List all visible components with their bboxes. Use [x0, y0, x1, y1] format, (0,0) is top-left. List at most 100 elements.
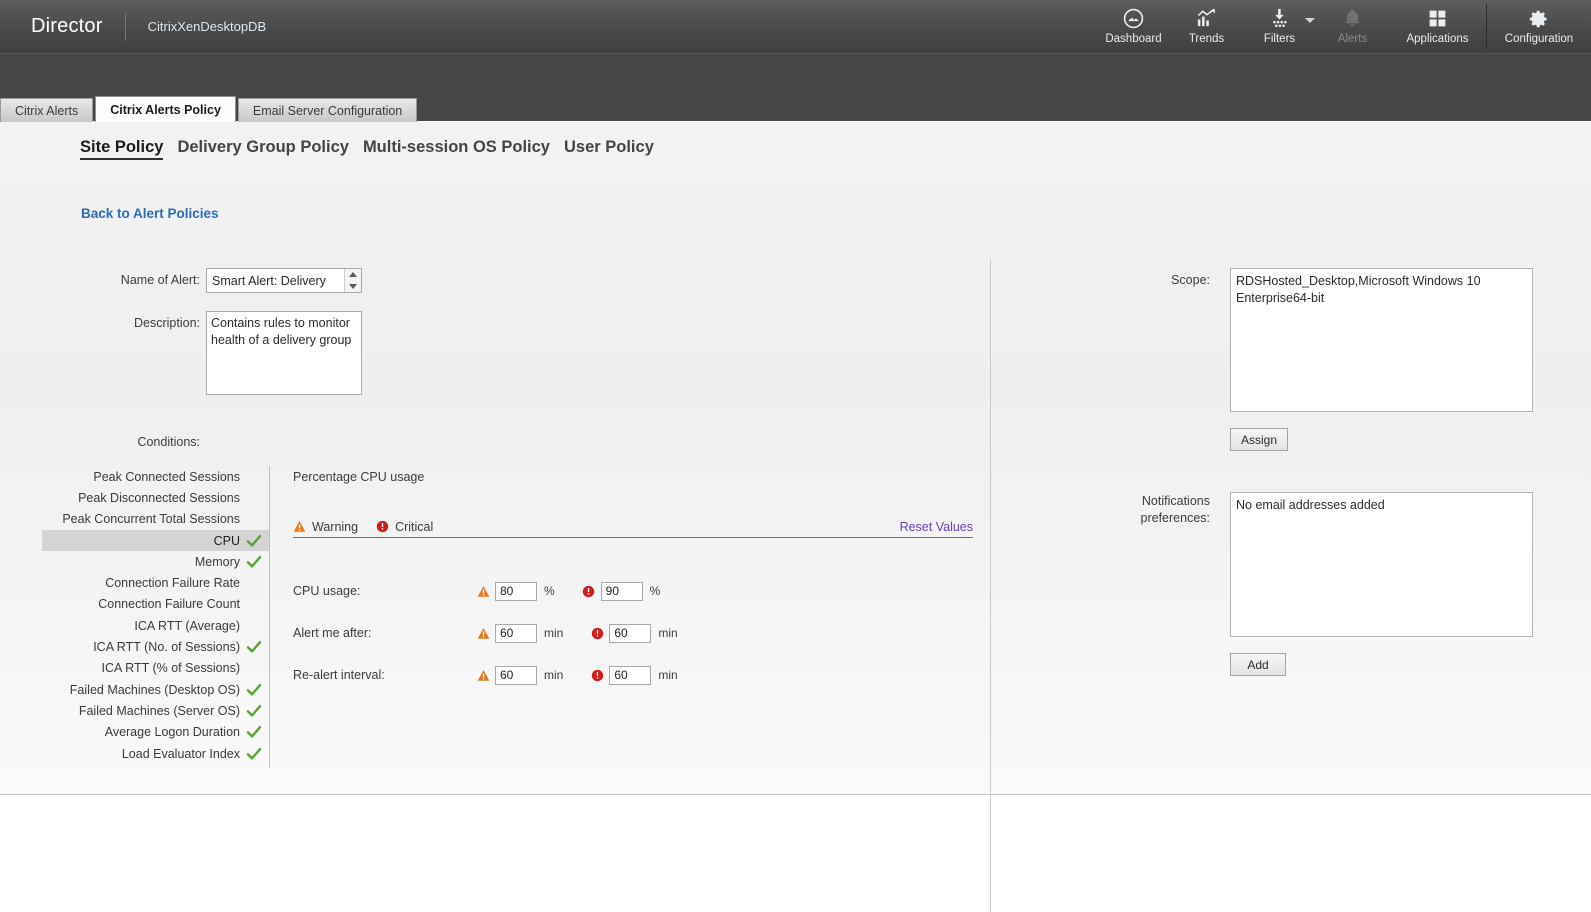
checkmark-icon: [245, 533, 263, 549]
nav-item-trends[interactable]: Trends: [1170, 0, 1243, 53]
name-of-alert-spinner[interactable]: Smart Alert: Delivery: [206, 268, 362, 293]
warning-triangle-icon: [475, 585, 491, 598]
legend-warning-label: Warning: [312, 520, 358, 534]
condition-row[interactable]: Average Logon Duration: [42, 722, 269, 743]
condition-label: Peak Connected Sessions: [93, 470, 240, 484]
condition-label: Connection Failure Count: [98, 597, 240, 611]
rule-section-title: Percentage CPU usage: [293, 470, 424, 484]
condition-row[interactable]: Memory: [42, 551, 269, 572]
description-textarea[interactable]: Contains rules to monitor health of a de…: [206, 311, 362, 395]
policy-tab-site-policy[interactable]: Site Policy: [80, 138, 163, 160]
condition-row[interactable]: ICA RTT (No. of Sessions): [42, 636, 269, 657]
condition-label: Peak Concurrent Total Sessions: [62, 512, 240, 526]
critical-threshold-input[interactable]: 60: [609, 624, 651, 643]
grid-squares-icon: [1427, 7, 1448, 30]
condition-row[interactable]: Failed Machines (Desktop OS): [42, 679, 269, 700]
back-to-alert-policies-link[interactable]: Back to Alert Policies: [81, 206, 219, 221]
checkmark-icon: [245, 639, 263, 655]
condition-row[interactable]: ICA RTT (% of Sessions): [42, 658, 269, 679]
tab-label: Citrix Alerts Policy: [110, 103, 221, 117]
spinner-down-button[interactable]: [345, 281, 361, 293]
name-of-alert-label: Name of Alert:: [60, 273, 200, 287]
condition-label: CPU: [214, 534, 240, 548]
rule-label: Re-alert interval:: [293, 668, 475, 682]
nav-label-alerts: Alerts: [1338, 33, 1367, 46]
warning-field-group: 60 min: [475, 624, 589, 643]
warning-threshold-input[interactable]: 60: [495, 666, 537, 685]
condition-row[interactable]: Peak Connected Sessions: [42, 466, 269, 487]
tab-label: Citrix Alerts: [15, 104, 78, 118]
checkmark-icon: [245, 746, 263, 762]
spinner-up-button[interactable]: [345, 269, 361, 281]
condition-label: ICA RTT (No. of Sessions): [93, 640, 240, 654]
nav-items-group: Dashboard Trends: [1097, 0, 1591, 53]
critical-circle-icon: [581, 585, 597, 598]
condition-label: Average Logon Duration: [105, 725, 240, 739]
panel-divider: [990, 260, 991, 912]
bell-icon: [1341, 7, 1364, 30]
reset-values-link[interactable]: Reset Values: [900, 520, 973, 534]
assign-button[interactable]: Assign: [1230, 428, 1288, 451]
warning-field-group: 80%: [475, 582, 581, 601]
nav-item-alerts[interactable]: Alerts: [1316, 0, 1389, 53]
condition-label: Failed Machines (Server OS): [79, 704, 240, 718]
condition-row[interactable]: Failed Machines (Server OS): [42, 700, 269, 721]
warning-unit-label: min: [544, 668, 563, 682]
brand-divider: [125, 13, 126, 41]
condition-label: Failed Machines (Desktop OS): [70, 683, 240, 697]
scope-textarea[interactable]: RDSHosted_Desktop,Microsoft Windows 10 E…: [1230, 268, 1533, 412]
funnel-icon: [1268, 7, 1291, 30]
gear-icon: [1528, 7, 1550, 30]
policy-tab-multi-session-os-policy[interactable]: Multi-session OS Policy: [363, 138, 550, 157]
checkmark-icon: [245, 682, 263, 698]
tab-citrix-alerts[interactable]: Citrix Alerts: [0, 98, 93, 122]
name-of-alert-value: Smart Alert: Delivery: [207, 269, 344, 292]
condition-label: Memory: [195, 555, 240, 569]
nav-item-filters[interactable]: Filters: [1243, 0, 1316, 53]
warning-field-group: 60 min: [475, 666, 589, 685]
nav-item-dashboard[interactable]: Dashboard: [1097, 0, 1170, 53]
warning-threshold-input[interactable]: 60: [495, 624, 537, 643]
condition-row[interactable]: CPU: [42, 530, 269, 551]
critical-threshold-input[interactable]: 90: [601, 582, 643, 601]
policy-tab-delivery-group-policy[interactable]: Delivery Group Policy: [177, 138, 348, 157]
condition-row[interactable]: ICA RTT (Average): [42, 615, 269, 636]
chevron-down-icon[interactable]: [1305, 18, 1315, 23]
product-name: Director: [31, 15, 103, 38]
rule-label: CPU usage:: [293, 584, 475, 598]
main-tab-strip: Citrix Alerts Citrix Alerts Policy Email…: [0, 97, 1591, 122]
condition-row[interactable]: Connection Failure Count: [42, 594, 269, 615]
notifications-label-line1: Notifications: [1142, 494, 1210, 508]
critical-field-group: 60min: [589, 666, 703, 685]
condition-label: Connection Failure Rate: [105, 576, 240, 590]
product-logo: Director: [0, 0, 103, 53]
condition-row[interactable]: Peak Disconnected Sessions: [42, 487, 269, 508]
rule-row: Alert me after:60min60min: [293, 620, 704, 646]
condition-label: Peak Disconnected Sessions: [78, 491, 240, 505]
add-button[interactable]: Add: [1230, 653, 1286, 676]
warning-triangle-icon: [293, 520, 306, 533]
notifications-textarea[interactable]: No email addresses added: [1230, 492, 1533, 637]
condition-row[interactable]: Peak Concurrent Total Sessions: [42, 509, 269, 530]
critical-unit-label: min: [658, 626, 677, 640]
tab-citrix-alerts-policy[interactable]: Citrix Alerts Policy: [95, 96, 236, 122]
checkmark-icon: [245, 724, 263, 740]
warning-unit-label: min: [544, 626, 563, 640]
spinner-buttons[interactable]: [344, 269, 361, 292]
nav-item-configuration[interactable]: Configuration: [1487, 0, 1591, 53]
notifications-preferences-label: Notifications preferences:: [1060, 493, 1210, 527]
critical-threshold-input[interactable]: 60: [609, 666, 651, 685]
warning-triangle-icon: [475, 669, 491, 682]
legend-warning: Warning: [293, 520, 358, 534]
critical-circle-icon: [376, 520, 389, 533]
policy-tab-user-policy[interactable]: User Policy: [564, 138, 654, 157]
nav-item-applications[interactable]: Applications: [1389, 0, 1486, 53]
condition-row[interactable]: Load Evaluator Index: [42, 743, 269, 764]
nav-label-applications: Applications: [1406, 33, 1468, 46]
tab-email-server-configuration[interactable]: Email Server Configuration: [238, 98, 417, 122]
legend-critical: Critical: [376, 520, 433, 534]
nav-label-filters: Filters: [1264, 33, 1295, 46]
warning-threshold-input[interactable]: 80: [495, 582, 537, 601]
condition-row[interactable]: Connection Failure Rate: [42, 572, 269, 593]
top-navigation-bar: Director CitrixXenDesktopDB Dashboard: [0, 0, 1591, 53]
